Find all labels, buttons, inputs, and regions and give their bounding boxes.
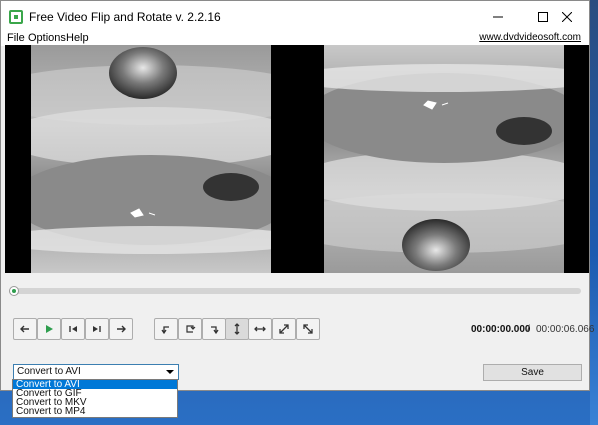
desktop-background xyxy=(590,0,598,425)
title-bar: Free Video Flip and Rotate v. 2.2.16 xyxy=(1,1,589,32)
flip-vertical-button[interactable] xyxy=(225,318,249,340)
chevron-down-icon xyxy=(166,370,174,374)
rotate-180-button[interactable] xyxy=(178,318,202,340)
seek-thumb[interactable] xyxy=(9,286,19,296)
seek-bar[interactable] xyxy=(13,288,581,294)
transverse-button[interactable] xyxy=(296,318,320,340)
output-format-select[interactable]: Convert to AVI xyxy=(13,364,179,380)
skip-end-button[interactable] xyxy=(85,318,109,340)
window-title: Free Video Flip and Rotate v. 2.2.16 xyxy=(29,10,221,24)
play-icon xyxy=(46,325,53,333)
prev-frame-button[interactable] xyxy=(13,318,37,340)
diagonal-arrow-reverse-icon xyxy=(303,324,313,334)
video-preview-area xyxy=(5,45,589,273)
rotate-left-button[interactable] xyxy=(154,318,178,340)
play-button[interactable] xyxy=(37,318,61,340)
rotate-cw-icon xyxy=(211,326,219,335)
menu-file[interactable]: File xyxy=(7,32,25,44)
flip-vertical-icon xyxy=(234,323,240,335)
format-option-mp4[interactable]: Convert to MP4 xyxy=(13,407,177,417)
skip-forward-icon xyxy=(93,326,101,332)
menu-options[interactable]: Options xyxy=(28,32,66,44)
skip-back-icon xyxy=(69,326,77,332)
selected-format-label: Convert to AVI xyxy=(17,366,81,377)
minimize-button[interactable] xyxy=(475,1,520,32)
menu-bar: File Options Help www.dvdvideosoft.com xyxy=(1,32,589,46)
flip-horizontal-button[interactable] xyxy=(248,318,272,340)
close-icon xyxy=(561,11,572,22)
next-frame-button[interactable] xyxy=(109,318,133,340)
transpose-button[interactable] xyxy=(272,318,296,340)
website-link[interactable]: www.dvdvideosoft.com xyxy=(479,32,581,43)
rotate-ccw-icon xyxy=(161,326,169,335)
original-video-preview xyxy=(31,45,271,273)
app-logo-icon xyxy=(9,10,23,24)
format-dropdown-list: Convert to AVI Convert to GIF Convert to… xyxy=(12,379,178,418)
rotate-right-button[interactable] xyxy=(202,318,226,340)
flip-horizontal-icon xyxy=(254,326,266,332)
arrow-right-icon xyxy=(117,325,126,333)
total-duration: 00:00:06.066 xyxy=(536,324,595,335)
arrow-left-icon xyxy=(20,325,29,333)
skip-start-button[interactable] xyxy=(61,318,85,340)
rotated-video-preview xyxy=(324,45,564,273)
rotate-180-icon xyxy=(186,325,196,333)
diagonal-arrow-icon xyxy=(279,324,289,334)
time-separator: / xyxy=(527,324,530,335)
app-window: Free Video Flip and Rotate v. 2.2.16 Fil… xyxy=(0,0,594,391)
save-button[interactable]: Save xyxy=(483,364,582,381)
current-time: 00:00:00.000 xyxy=(471,324,531,335)
close-button[interactable] xyxy=(544,1,589,32)
menu-help[interactable]: Help xyxy=(66,32,89,44)
minimize-icon xyxy=(492,16,503,17)
